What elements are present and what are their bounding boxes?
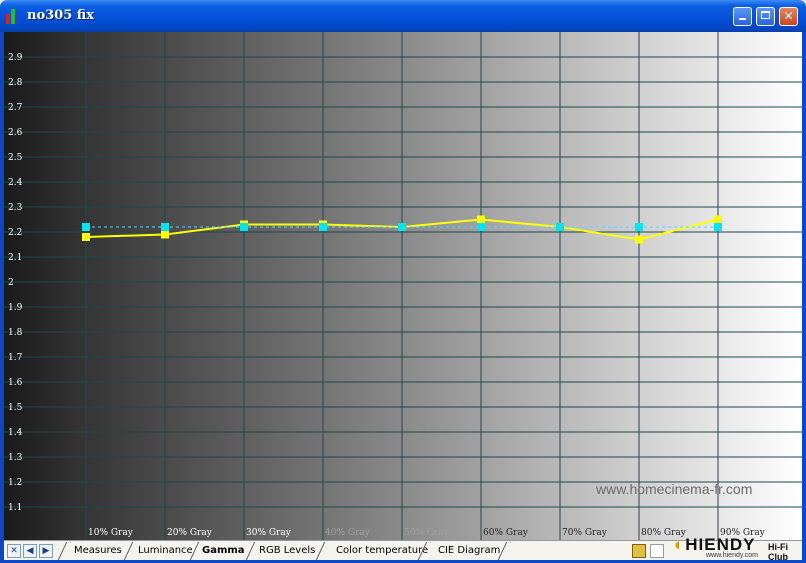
close-icon: ✕ — [10, 546, 18, 556]
y-tick-label: 2.2 — [8, 228, 22, 238]
y-tick-label: 1.7 — [8, 353, 23, 363]
y-tick-label: 2.4 — [8, 178, 23, 188]
x-tick-label: 50% Gray — [404, 528, 450, 538]
y-tick-label: 2.9 — [8, 53, 23, 63]
tab-gamma[interactable]: Gamma — [202, 543, 245, 559]
chart-app-icon — [6, 8, 22, 24]
y-tick-label: 2.6 — [8, 128, 23, 138]
chevron-left-icon: ◀ — [26, 546, 34, 556]
measured-gamma-point — [477, 215, 485, 224]
x-tick-labels: 10% Gray 20% Gray 30% Gray 40% Gray 50% Gray… — [88, 528, 766, 538]
y-tick-label: 2.5 — [8, 153, 23, 163]
reference-gamma-point — [161, 223, 169, 231]
window-title: no305 fix — [27, 8, 94, 23]
reference-gamma-point — [477, 223, 485, 231]
reference-gamma-point — [635, 223, 643, 231]
x-tick-label: 60% Gray — [483, 528, 529, 538]
y-tick-label: 2.3 — [8, 203, 23, 213]
tab-luminance[interactable]: Luminance — [138, 543, 193, 559]
x-tick-label: 70% Gray — [562, 528, 608, 538]
y-tick-label: 1.9 — [8, 303, 23, 313]
x-tick-label: 40% Gray — [325, 528, 371, 538]
y-tick-label: 1.4 — [8, 428, 23, 438]
y-tick-label: 2.8 — [8, 78, 23, 88]
tab-separator — [57, 542, 68, 560]
tab-separator — [245, 542, 256, 560]
hiendy-sub: Hi-Fi Club — [768, 542, 788, 562]
y-tick-label: 1.2 — [8, 478, 22, 488]
close-icon: ✕ — [783, 9, 794, 23]
prev-tab-button[interactable]: ◀ — [23, 544, 37, 558]
window-frame-right — [802, 32, 806, 563]
x-tick-label: 30% Gray — [246, 528, 292, 538]
y-tick-label: 2 — [8, 278, 14, 288]
reference-gamma-point — [319, 223, 327, 231]
reference-gamma-point — [240, 223, 248, 231]
x-tick-label: 20% Gray — [167, 528, 213, 538]
y-tick-label: 2.7 — [8, 103, 23, 113]
y-tick-label: 1.1 — [8, 503, 22, 513]
maximize-button[interactable] — [756, 7, 775, 26]
y-tick-label: 1.5 — [8, 403, 23, 413]
reference-gamma-point — [714, 223, 722, 231]
y-tick-label: 1.8 — [8, 328, 23, 338]
tab-measures[interactable]: Measures — [74, 543, 122, 559]
minimize-icon — [739, 18, 746, 20]
measured-gamma-point — [635, 235, 643, 244]
hiendy-url: www.hiendy.com — [706, 552, 759, 559]
watermark-text: www.homecinema-fr.com — [595, 481, 752, 497]
y-tick-label: 1.3 — [8, 453, 23, 463]
measured-gamma-point — [82, 233, 90, 241]
title-bar[interactable]: no305 fix ✕ — [0, 0, 806, 32]
close-tab-button[interactable]: ✕ — [7, 544, 21, 558]
tab-color-temperature[interactable]: Color temperature — [336, 543, 428, 559]
tab-separator — [123, 542, 134, 560]
reference-gamma-point — [398, 223, 406, 231]
measured-gamma-point — [161, 230, 169, 239]
chevron-right-icon: ▶ — [42, 546, 50, 556]
y-tick-label: 1.6 — [8, 378, 23, 388]
tab-cie-diagram[interactable]: CIE Diagram — [438, 543, 500, 559]
minimize-button[interactable] — [733, 7, 752, 26]
y-tick-label: 2.1 — [8, 253, 22, 263]
measured-gamma-point — [714, 215, 722, 224]
close-button[interactable]: ✕ — [779, 7, 798, 26]
tab-separator — [315, 542, 326, 560]
next-tab-button[interactable]: ▶ — [39, 544, 53, 558]
reference-gamma-point — [556, 223, 564, 231]
status-icon — [632, 544, 646, 558]
reference-gamma-point — [82, 223, 90, 231]
x-tick-label: 10% Gray — [88, 528, 134, 538]
gamma-chart: 1.1 1.2 1.3 1.4 1.5 1.6 1.7 1.8 1.9 2 2.1 2.2 2.3 2.4… — [4, 32, 802, 540]
checkbox-icon[interactable] — [650, 544, 664, 558]
maximize-icon — [761, 11, 770, 19]
plot-background — [4, 32, 802, 540]
tab-rgb-levels[interactable]: RGB Levels — [259, 543, 315, 559]
